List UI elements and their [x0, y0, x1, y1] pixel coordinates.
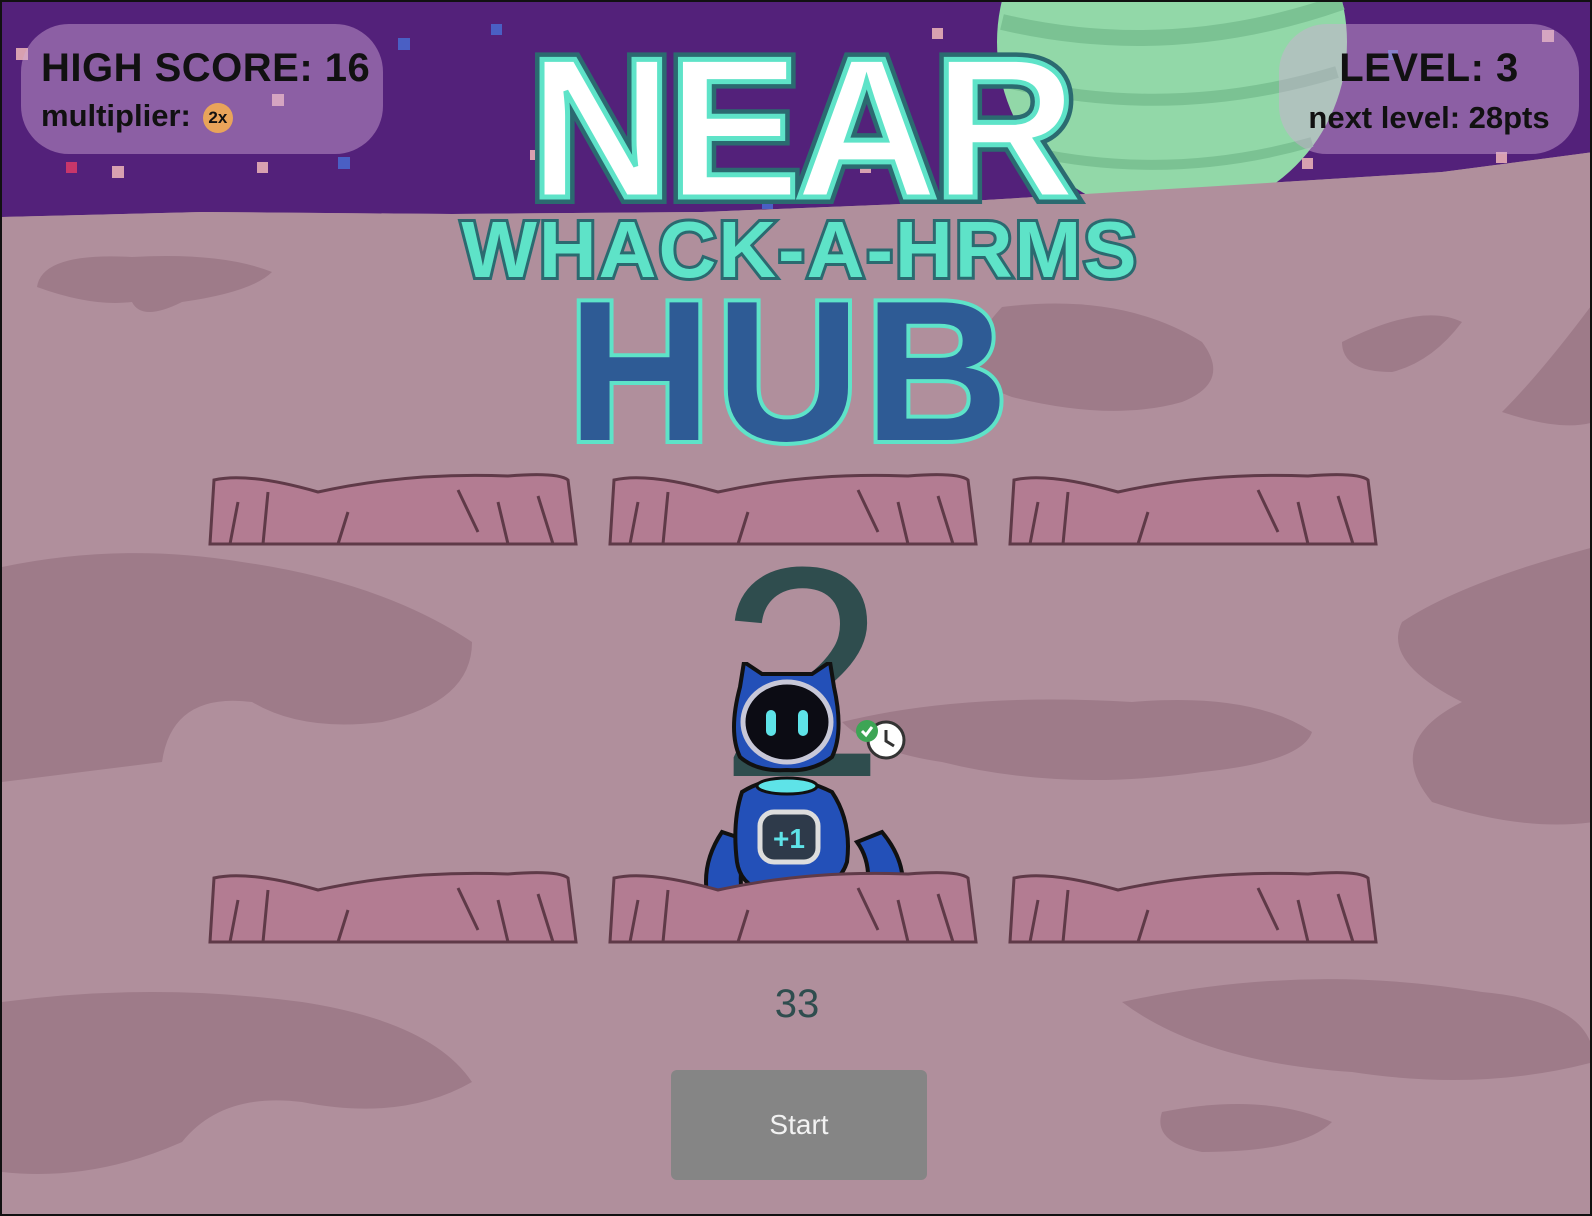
game-logo: NEAR NEAR WHACK-A-HRMS HUB — [458, 22, 1139, 482]
score-panel: HIGH SCORE: 16 multiplier: 2x — [21, 24, 383, 154]
hole-3[interactable] — [1008, 472, 1380, 546]
start-button[interactable]: Start — [671, 1070, 927, 1180]
game-scene: HIGH SCORE: 16 multiplier: 2x LEVEL: 3 ne… — [0, 0, 1592, 1216]
multiplier-row: multiplier: 2x — [41, 98, 233, 134]
hole-5[interactable] — [608, 870, 980, 944]
multiplier-label: multiplier: — [41, 98, 191, 133]
logo-line3: HUB — [567, 260, 1012, 482]
robot-badge: +1 — [773, 823, 805, 854]
game-timer: 33 — [774, 982, 820, 1026]
next-level-indicator: next level: 28pts — [1308, 100, 1550, 135]
hole-6[interactable] — [1008, 870, 1380, 944]
level-indicator: LEVEL: 3 — [1339, 46, 1519, 90]
check-icon — [856, 720, 878, 742]
clock-icon — [856, 720, 906, 760]
robot-icon[interactable]: +1 — [682, 662, 922, 902]
level-panel: LEVEL: 3 next level: 28pts — [1279, 24, 1579, 154]
high-score: HIGH SCORE: 16 — [41, 46, 371, 90]
hole-1[interactable] — [208, 472, 580, 546]
multiplier-badge: 2x — [202, 102, 233, 133]
hole-4[interactable] — [208, 870, 580, 944]
